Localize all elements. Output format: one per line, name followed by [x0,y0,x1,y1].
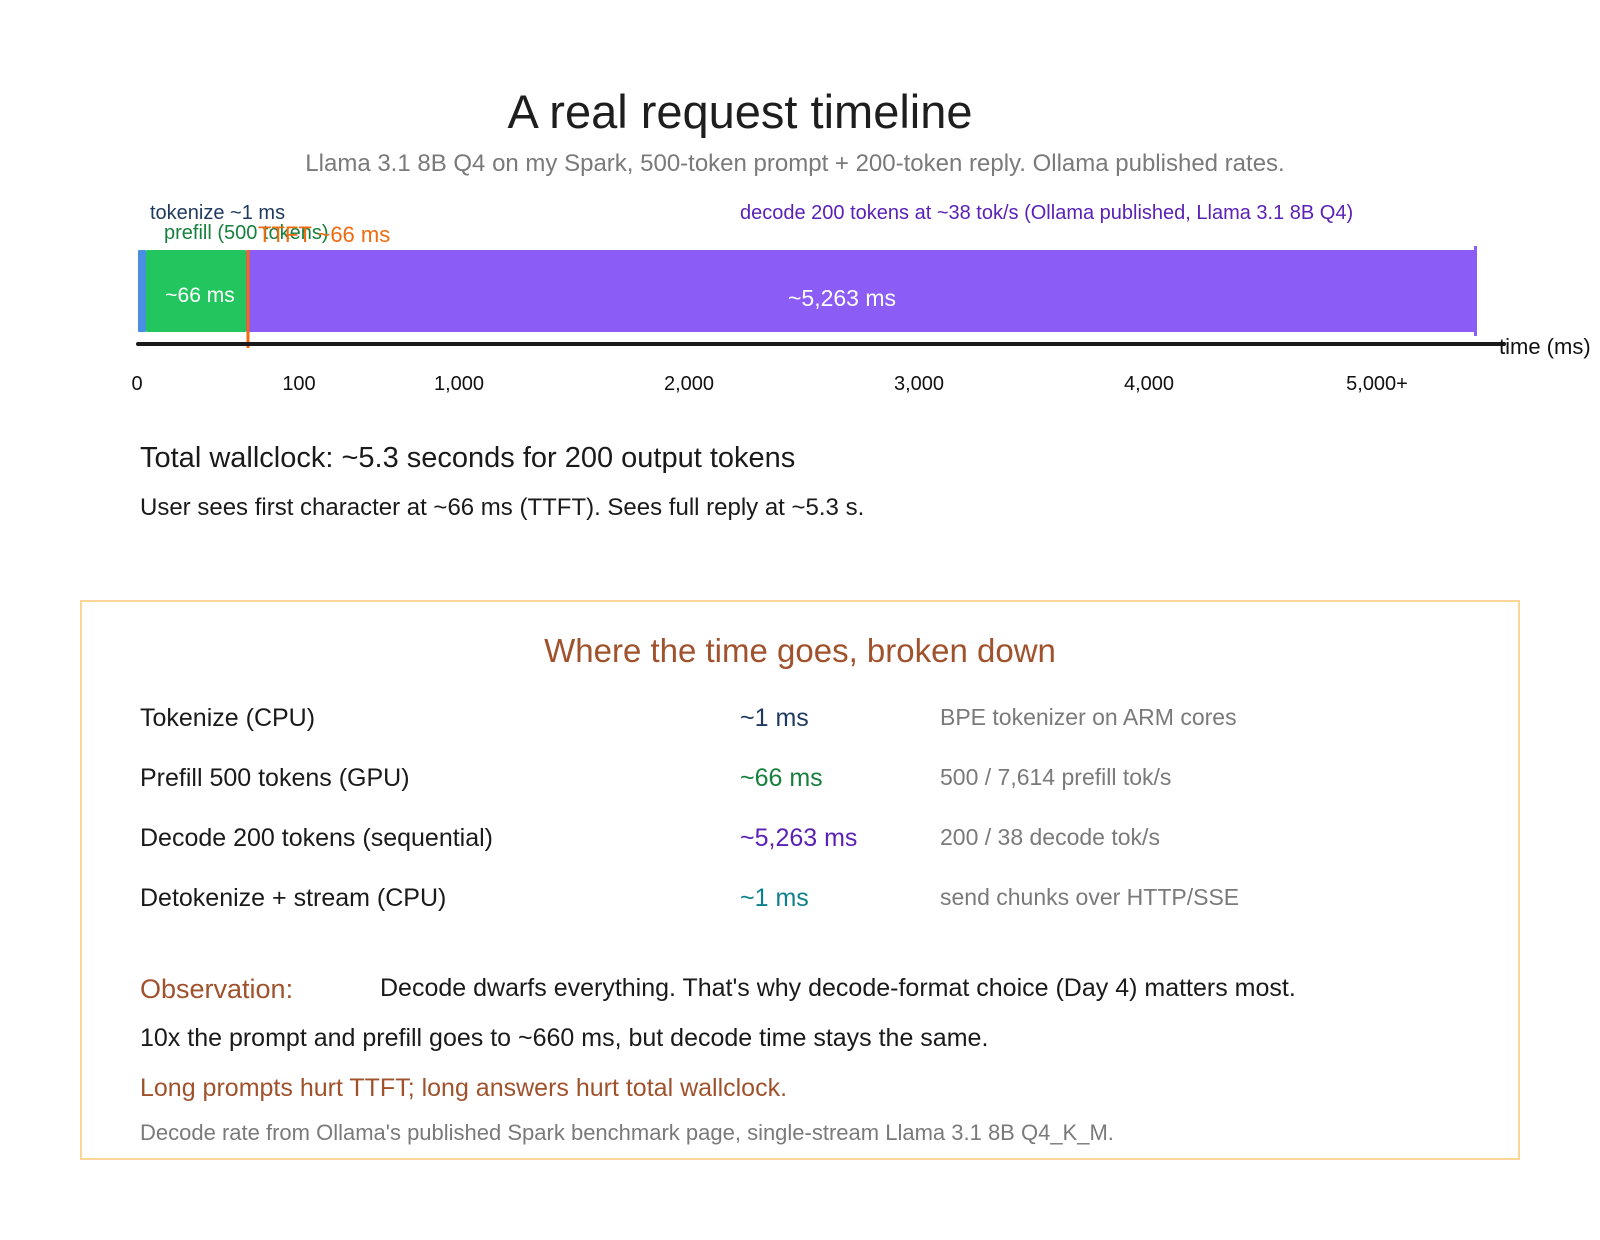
breakdown-row-note: 500 / 7,614 prefill tok/s [940,764,1172,790]
breakdown-row-name: Prefill 500 tokens (GPU) [140,764,410,792]
page-title: A real request timeline [507,85,973,138]
observation-detail: 10x the prompt and prefill goes to ~660 … [140,1024,989,1052]
breakdown-row-note: BPE tokenizer on ARM cores [940,704,1237,730]
breakdown-row-note: 200 / 38 decode tok/s [940,824,1160,850]
timeline-diagram: ~66 ms ~5,263 ms [136,246,1506,348]
prefill-bar-value: ~66 ms [165,284,234,307]
breakdown-row-name: Decode 200 tokens (sequential) [140,824,494,852]
axis-tick-label: 1,000 [433,373,485,395]
observation-takeaway: Long prompts hurt TTFT; long answers hur… [140,1074,788,1102]
decode-bar-value: ~5,263 ms [788,285,896,311]
user-perception-note: User sees first character at ~66 ms (TTF… [140,494,865,521]
breakdown-row-note: send chunks over HTTP/SSE [940,884,1240,910]
breakdown-row-value: ~66 ms [740,764,823,792]
axis-tick-label: 0 [131,373,143,395]
axis-label: time (ms) [1499,334,1591,359]
axis-tick-label: 100 [282,373,316,395]
breakdown-row-name: Tokenize (CPU) [140,704,316,732]
breakdown-title: Where the time goes, broken down [544,632,1056,669]
breakdown-row-value: ~5,263 ms [740,824,858,852]
page-subtitle: Llama 3.1 8B Q4 on my Spark, 500-token p… [305,150,1285,177]
axis-tick-label: 2,000 [663,373,715,395]
observation-text: Decode dwarfs everything. That's why dec… [380,974,1296,1002]
observation-label: Observation: [140,974,294,1004]
breakdown-row-value: ~1 ms [740,704,809,732]
breakdown-row-name: Detokenize + stream (CPU) [140,884,447,912]
axis-tick-label: 3,000 [893,373,945,395]
breakdown-row-value: ~1 ms [740,884,809,912]
decode-label: decode 200 tokens at ~38 tok/s (Ollama p… [740,202,1354,224]
decode-segment-edge [1474,246,1477,336]
source-footnote: Decode rate from Ollama's published Spar… [140,1120,1114,1145]
tokenize-segment [138,250,146,332]
axis-tick-label: 5,000+ [1346,373,1408,395]
axis-tick-label: 4,000 [1123,373,1175,395]
total-wallclock: Total wallclock: ~5.3 seconds for 200 ou… [140,442,796,474]
